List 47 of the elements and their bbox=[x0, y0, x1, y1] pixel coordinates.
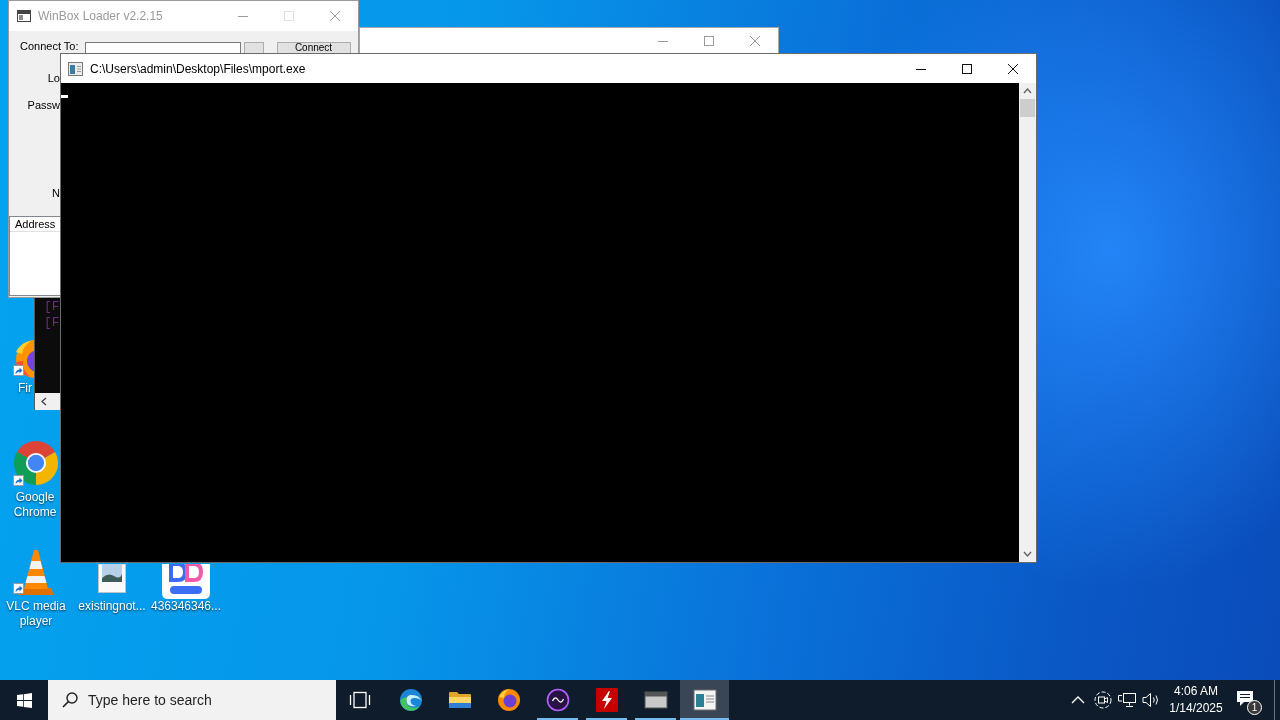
app-window-icon bbox=[68, 61, 83, 76]
image-file-icon[interactable] bbox=[96, 564, 128, 593]
wave-circle-icon bbox=[398, 688, 423, 712]
window-app-icon bbox=[692, 689, 717, 711]
maximize-icon bbox=[962, 63, 972, 74]
field-label: Connect To: bbox=[20, 40, 79, 53]
window-title: WinBox Loader v2.2.15 bbox=[38, 9, 163, 23]
connect-to-field[interactable] bbox=[84, 42, 241, 53]
window-title: C:\Users\admin\Desktop\Files\mport.exe bbox=[90, 61, 306, 76]
window-icon bbox=[17, 10, 31, 22]
ring-app-icon bbox=[545, 688, 570, 712]
close-icon bbox=[1008, 63, 1018, 74]
taskbar-button[interactable] bbox=[680, 680, 729, 720]
app-logo-icon[interactable] bbox=[162, 564, 210, 599]
maximize-icon bbox=[284, 11, 294, 21]
windows-logo-icon bbox=[16, 692, 32, 708]
close-icon bbox=[330, 11, 340, 21]
notification-icon bbox=[1236, 689, 1254, 707]
chrome-icon[interactable] bbox=[13, 440, 59, 486]
scroll-down-icon[interactable] bbox=[1023, 551, 1032, 557]
field-label: N bbox=[52, 187, 60, 200]
video-camera-icon bbox=[1094, 691, 1112, 709]
maximize-icon bbox=[704, 36, 714, 46]
chevron-up-icon bbox=[1071, 696, 1085, 704]
console-text: [F bbox=[44, 299, 59, 315]
horizontal-scrollbar[interactable] bbox=[35, 393, 60, 410]
search-icon bbox=[62, 692, 78, 708]
field-label: Passw bbox=[27, 99, 60, 112]
close-icon bbox=[750, 36, 760, 46]
clock-time[interactable]: 4:06 AM bbox=[1174, 683, 1218, 700]
notification-button[interactable]: 1 bbox=[1228, 680, 1268, 720]
flame-globe-icon bbox=[496, 688, 521, 712]
notification-badge: 1 bbox=[1247, 700, 1262, 715]
lightning-tile-icon bbox=[595, 688, 618, 712]
scroll-up-icon[interactable] bbox=[1023, 88, 1032, 94]
network-monitor-icon bbox=[1117, 691, 1137, 709]
vertical-scrollbar[interactable] bbox=[1019, 83, 1036, 562]
search-field[interactable]: Type here to search bbox=[48, 680, 336, 720]
scrollbar-thumb[interactable] bbox=[1020, 99, 1035, 117]
console-text: [F bbox=[44, 315, 59, 331]
folder-icon bbox=[447, 690, 472, 710]
terminal-window-icon bbox=[643, 690, 668, 710]
task-view-icon bbox=[349, 691, 371, 709]
field-label: Lo bbox=[47, 72, 60, 85]
clock-date[interactable]: 1/14/2025 bbox=[1169, 700, 1223, 717]
speaker-icon bbox=[1141, 691, 1161, 709]
scroll-left-icon[interactable] bbox=[41, 397, 47, 406]
